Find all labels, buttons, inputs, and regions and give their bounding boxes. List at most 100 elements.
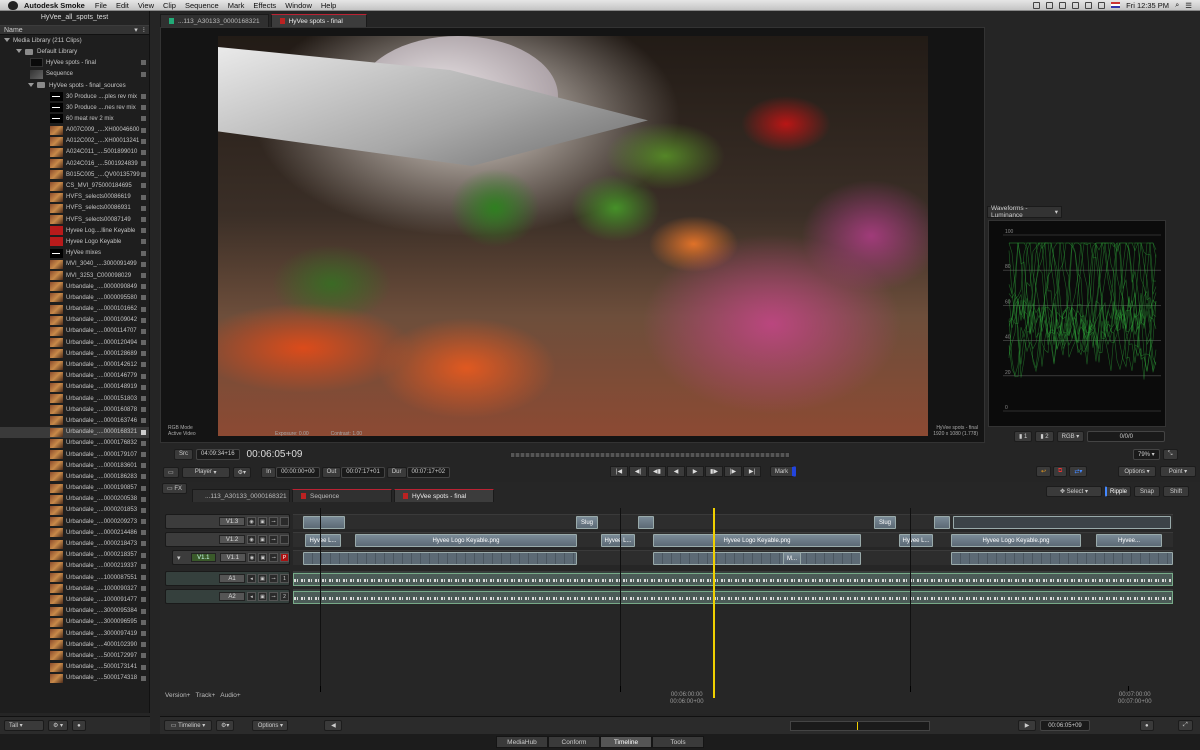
list-item[interactable]: Hyvee Log....lline Keyable [0, 225, 149, 236]
expand-icon[interactable] [4, 38, 10, 43]
version-plus-button[interactable]: Version+ [165, 692, 190, 699]
tab-conform[interactable]: Conform [548, 736, 600, 748]
list-item[interactable]: Urbandale_....0000190857 [0, 483, 149, 494]
tab-source-clip[interactable]: ...113_A30133_0000168321 [160, 14, 269, 27]
rgb-button[interactable]: RGB ▾ [1056, 431, 1085, 442]
list-item[interactable]: B015C005_....QV00135799 [0, 169, 149, 180]
replace-icon[interactable]: ⇄▾ [1069, 466, 1088, 477]
scope-mode-dropdown[interactable]: Waveforms - Luminance ▾ [987, 205, 1062, 219]
list-item[interactable]: Urbandale_....0000146779 [0, 371, 149, 382]
lock-icon[interactable]: ▣ [258, 553, 268, 562]
timeline-clip[interactable] [934, 516, 950, 529]
dur-button[interactable]: Dur [386, 466, 407, 478]
select-tool-dropdown[interactable]: ✥ Select ▾ [1046, 486, 1102, 497]
list-item[interactable]: Urbandale_....1000087551 [0, 572, 149, 583]
track-header-v12[interactable]: V1.2 ◉ ▣ ⊸ [165, 532, 290, 547]
list-item[interactable]: Urbandale_....0000218357 [0, 550, 149, 561]
play-icon[interactable]: ▶ [686, 466, 704, 477]
channel-1-button[interactable]: ▮ 1 [1014, 431, 1033, 442]
timeline-overview[interactable] [790, 721, 930, 731]
list-item[interactable]: Urbandale_....0000179107 [0, 449, 149, 460]
logo-clip[interactable]: Hyvee Logo Keyable.png [653, 534, 861, 547]
blank-toggle[interactable] [280, 517, 289, 526]
list-item[interactable]: MVI_3253_C000098029 [0, 270, 149, 281]
timeline-clip[interactable] [303, 552, 577, 565]
list-item[interactable]: Urbandale_....0000101662 [0, 304, 149, 315]
player-dropdown[interactable]: Player ▾ [181, 466, 230, 478]
list-item[interactable]: Urbandale_....1000091477 [0, 594, 149, 605]
sort-icon[interactable]: ▾ [134, 26, 138, 34]
pixel-value-field[interactable]: 0/0/0 [1087, 431, 1166, 442]
logo-clip[interactable]: Hyvee L... [305, 534, 341, 547]
overwrite-icon[interactable]: ⧉ [1053, 466, 1068, 477]
slug-clip[interactable]: Slug [576, 516, 598, 529]
list-item[interactable]: Urbandale_....4000102390 [0, 639, 149, 650]
list-item[interactable]: A024C011_....5001899010 [0, 147, 149, 158]
timeline-clip[interactable] [951, 552, 1173, 565]
zoom-dropdown[interactable]: 79% ▾ [1133, 449, 1160, 460]
speaker-icon[interactable]: ◂ [247, 592, 256, 601]
list-item[interactable]: Urbandale_....0000218473 [0, 538, 149, 549]
duration-timecode[interactable]: 00:07:17+02 [406, 466, 451, 478]
scroll-left-icon[interactable]: ◀ [324, 720, 343, 731]
channel-number[interactable]: 2 [280, 592, 289, 601]
channel-2-button[interactable]: ▮ 2 [1035, 431, 1054, 442]
viewer-scrub-bar[interactable] [510, 452, 790, 458]
list-item[interactable]: Urbandale_....3000096595 [0, 617, 149, 628]
go-to-start-icon[interactable]: |◀ [610, 466, 628, 477]
track-header-a2[interactable]: A2 ◂ ▣ ⊸ 2 [165, 589, 290, 604]
list-item[interactable]: Urbandale_....0000109042 [0, 315, 149, 326]
tab-sequence[interactable]: HyVee spots - final [270, 14, 367, 27]
timeline-clip[interactable] [303, 516, 345, 529]
tab-mediahub[interactable]: MediaHub [496, 736, 548, 748]
eye-icon[interactable]: ◉ [247, 553, 257, 562]
wifi-icon[interactable] [1072, 1, 1080, 9]
logo-clip[interactable]: Hyvee Logo Keyable.png [355, 534, 577, 547]
list-item[interactable]: Urbandale_....0000176832 [0, 438, 149, 449]
app-name[interactable]: Autodesk Smoke [24, 1, 85, 10]
expand-icon[interactable] [16, 49, 22, 54]
menu-clip[interactable]: Clip [163, 1, 176, 10]
mark-button[interactable]: Mark [770, 466, 796, 477]
list-item[interactable]: A024C016_....5001924839 [0, 158, 149, 169]
primary-track-toggle[interactable]: P [280, 553, 289, 562]
audio-clip[interactable] [293, 573, 1173, 586]
list-item[interactable]: Urbandale_....5000173141 [0, 662, 149, 673]
lock-icon[interactable]: ▣ [258, 535, 267, 544]
list-item[interactable]: Hyvee Logo Keyable [0, 236, 149, 247]
menu-mark[interactable]: Mark [228, 1, 245, 10]
list-item[interactable]: A007C009_....XH00046600 [0, 125, 149, 136]
out-timecode[interactable]: 00:07:17+01 [341, 466, 385, 478]
search-icon[interactable]: ⌕ [1175, 0, 1179, 10]
sources-folder[interactable]: HyVee spots - final_sources [0, 80, 149, 91]
list-item[interactable]: HyVee spots - final [0, 57, 149, 68]
fit-icon[interactable]: ⤡ [1162, 449, 1178, 460]
list-item[interactable]: Urbandale_....3000097419 [0, 628, 149, 639]
link-icon[interactable]: ⊸ [269, 592, 278, 601]
list-item[interactable]: Urbandale_....0000114707 [0, 326, 149, 337]
timeline-marker[interactable] [320, 686, 321, 692]
column-name[interactable]: Name [4, 27, 23, 34]
list-item[interactable]: Urbandale_....0000090849 [0, 281, 149, 292]
timeline-marker[interactable] [620, 686, 621, 692]
status-icon[interactable] [1033, 1, 1041, 9]
point-dropdown[interactable]: Point ▾ [1160, 466, 1196, 477]
menu-window[interactable]: Window [285, 1, 312, 10]
expand-icon[interactable]: ⤢ [1178, 720, 1193, 731]
fx-button[interactable]: ▭ FX [162, 483, 188, 494]
tab-hyvee-spots-final[interactable]: HyVee spots - final [394, 489, 494, 502]
next-edit-icon[interactable]: |▶ [724, 466, 742, 477]
layout-icon[interactable]: ▭ [163, 466, 179, 478]
gear-icon[interactable]: ⚙▾ [232, 466, 252, 478]
list-item[interactable]: 60 meat rev 2 mix [0, 113, 149, 124]
list-item[interactable]: MVI_3040_....3000091499 [0, 259, 149, 270]
lock-icon[interactable]: ▣ [258, 592, 267, 601]
out-button[interactable]: Out [321, 466, 342, 478]
track-lane-v12[interactable]: Hyvee L... Hyvee Logo Keyable.png Hyvee … [293, 532, 1173, 547]
lock-icon[interactable]: ▣ [258, 574, 267, 583]
menu-sequence[interactable]: Sequence [185, 1, 219, 10]
list-item[interactable]: Urbandale_....0000168321 [0, 426, 149, 438]
list-item[interactable]: Urbandale_....0000163746 [0, 415, 149, 426]
default-library[interactable]: Default Library [0, 46, 149, 57]
video-frame[interactable] [218, 36, 928, 436]
